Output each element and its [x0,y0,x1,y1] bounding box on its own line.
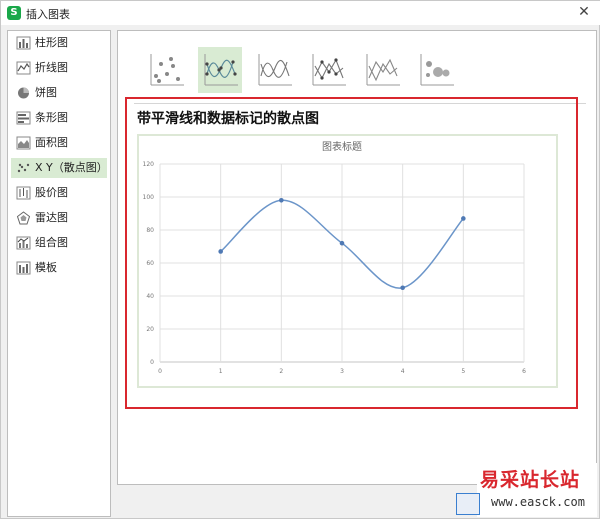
scatter-smooth-icon [258,54,292,86]
scatter-chart-icon [17,163,30,173]
pie-chart-icon [18,87,29,99]
sidebar-item-label: X Y（散点图） [35,161,108,174]
sidebar-item-label: 面积图 [35,136,68,149]
bubble-chart-icon [420,54,454,86]
subtype-scatter-smooth-markers[interactable] [198,47,242,93]
y-tick-label: 120 [143,161,155,168]
x-tick-label: 6 [522,368,526,375]
title-bar: S 插入图表 ✕ [1,1,600,25]
scatter-chart: 图表标题 0 20 40 60 80 100 120 0 1 2 3 4 5 6 [143,140,527,375]
highlight-annotation-box: 带平滑线和数据标记的散点图 图表标题 0 20 40 60 80 100 120 0 1 2 3 4 5 6 [125,97,578,409]
sidebar-item-label: 饼图 [35,86,57,99]
y-tick-label: 40 [146,293,154,300]
data-point [218,249,223,254]
watermark-url: www.easck.com [491,495,585,509]
y-tick-label: 20 [146,326,154,333]
subtype-scatter-straight[interactable] [360,47,404,93]
sidebar-item-label: 条形图 [35,111,68,124]
scatter-straight-markers-icon [312,54,346,86]
line-chart-icon [16,61,31,75]
data-point [279,198,284,203]
sidebar-item-bar[interactable]: 条形图 [11,108,107,128]
data-point [339,240,345,246]
scatter-smooth-markers-icon [204,54,238,86]
watermark-text: 易采站长站 [480,469,581,491]
combo-chart-icon [16,236,31,250]
column-chart-icon [16,36,31,50]
sidebar-item-combo[interactable]: 组合图 [11,233,107,253]
subtype-scatter-straight-markers[interactable] [306,47,350,93]
dialog-title: 插入图表 [26,8,70,21]
scatter-markers-icon [150,54,184,86]
preview-chart-type-title: 带平滑线和数据标记的散点图 [137,111,319,127]
sidebar-item-pie[interactable]: 饼图 [11,83,107,103]
sidebar-item-label: 雷达图 [35,211,68,224]
template-icon [16,261,31,275]
sidebar-item-label: 柱形图 [35,36,68,49]
y-tick-label: 80 [146,227,154,234]
x-tick-label: 1 [219,368,223,375]
subtype-bubble[interactable] [414,47,458,93]
sidebar-item-label: 折线图 [35,61,68,74]
stock-chart-icon [16,186,31,200]
sidebar-item-radar[interactable]: 雷达图 [11,208,107,228]
chart-title: 图表标题 [322,140,362,153]
subtype-scatter-markers[interactable] [144,47,188,93]
area-chart-icon [16,136,31,150]
ok-button[interactable] [456,493,480,515]
sidebar-item-label: 股价图 [35,186,68,199]
chart-preview: 图表标题 0 20 40 60 80 100 120 0 1 2 3 4 5 6 [137,134,558,388]
y-tick-label: 60 [146,260,154,267]
insert-chart-dialog: S 插入图表 ✕ 柱形图 折线图 饼图 条形图 面积图 X Y（散点图） 股价图… [0,0,600,519]
sidebar-item-column[interactable]: 柱形图 [11,33,107,53]
scatter-straight-icon [366,54,400,86]
close-button[interactable]: ✕ [575,3,593,21]
sidebar-item-stock[interactable]: 股价图 [11,183,107,203]
sidebar-item-scatter[interactable]: X Y（散点图） [11,158,108,178]
bar-chart-icon [16,111,31,125]
sidebar-item-label: 组合图 [35,236,68,249]
chart-type-sidebar: 柱形图 折线图 饼图 条形图 面积图 X Y（散点图） 股价图 雷达图 组合图 … [7,30,111,517]
sidebar-item-line[interactable]: 折线图 [11,58,107,78]
radar-chart-icon [16,211,31,225]
subtype-scatter-smooth[interactable] [252,47,296,93]
x-tick-label: 3 [340,368,344,375]
x-tick-label: 0 [158,368,162,375]
x-tick-label: 4 [401,368,405,375]
y-tick-label: 100 [143,194,155,201]
data-point [400,285,405,291]
y-tick-label: 0 [150,359,154,366]
sidebar-item-area[interactable]: 面积图 [11,133,107,153]
watermark: 易采站长站 www.easck.com [477,463,597,517]
app-logo-icon: S [7,6,21,20]
x-tick-label: 2 [279,368,283,375]
sidebar-item-template[interactable]: 模板 [11,258,107,278]
data-point [461,216,466,221]
sidebar-item-label: 模板 [35,261,57,274]
x-tick-label: 5 [461,368,465,375]
